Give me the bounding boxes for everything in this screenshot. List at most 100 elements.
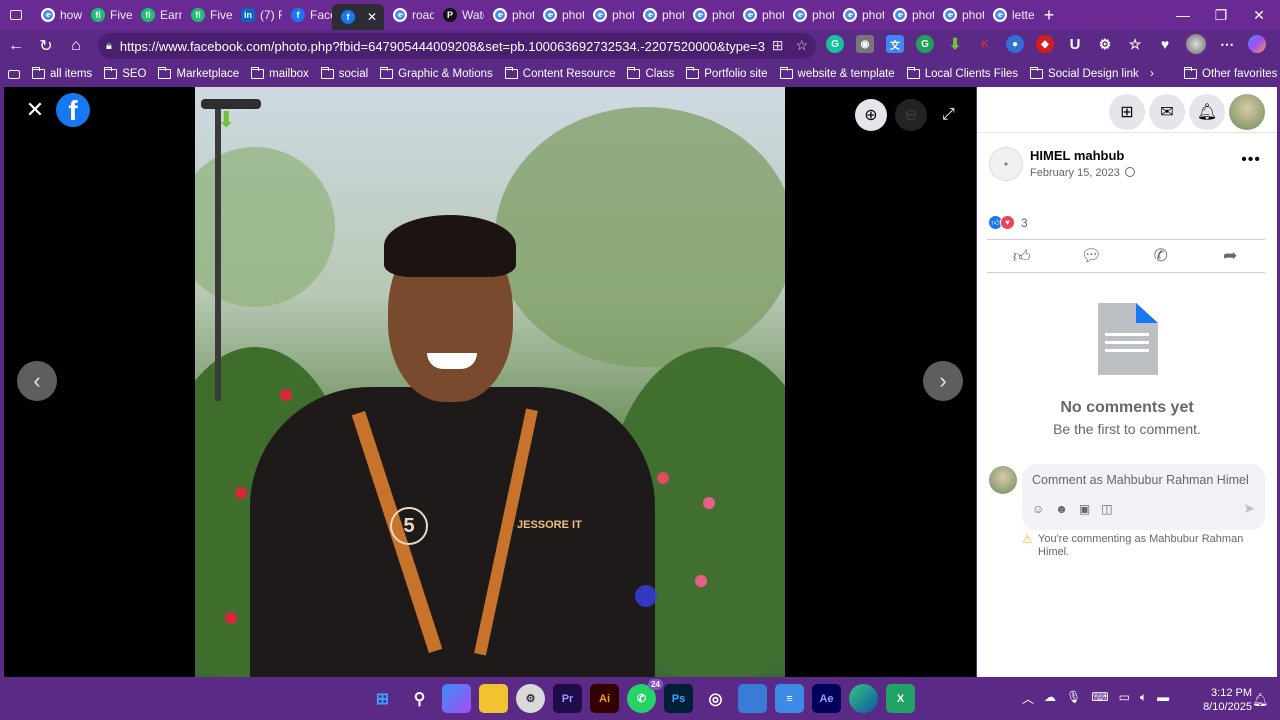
account-avatar[interactable] <box>1229 94 1265 130</box>
tab-face[interactable]: f Face <box>282 2 332 28</box>
bookmark-content-resource[interactable]: Content Resource <box>499 67 622 80</box>
refresh-button[interactable]: ↻ <box>31 31 61 61</box>
other-favorites-folder[interactable]: Other favorites <box>1178 67 1280 80</box>
close-window-button[interactable]: ✕ <box>1240 0 1278 30</box>
author-avatar[interactable]: ✦ <box>989 147 1023 181</box>
system-clock[interactable]: 3:12 PM 8/10/2025 <box>1192 686 1252 714</box>
bookmark-social[interactable]: social <box>315 67 374 80</box>
bookmark-portfolio-site[interactable]: Portfolio site <box>680 67 773 80</box>
close-tab-icon[interactable]: ✕ <box>367 10 377 24</box>
settings-gear-icon[interactable]: ⚙ <box>516 684 545 713</box>
whatsapp-share-button[interactable]: ✆ <box>1143 243 1179 269</box>
notifications-bell-icon[interactable]: 🔔︎ <box>1189 94 1225 130</box>
emoji-icon[interactable]: ☻ <box>1055 502 1068 516</box>
post-date[interactable]: February 15, 2023 <box>1030 167 1120 179</box>
bookmark-seo[interactable]: SEO <box>98 67 152 80</box>
bookmarks-overflow-chevron-icon[interactable]: › <box>1144 68 1160 80</box>
whatsapp-icon[interactable]: ✆ 24 <box>627 679 663 713</box>
grammarly-extension-icon[interactable]: G <box>826 35 844 53</box>
tab-phot[interactable]: Gphot <box>484 2 534 28</box>
microphone-icon[interactable]: 🎙︎ <box>1066 690 1081 707</box>
send-comment-icon[interactable]: ➤ <box>1243 500 1255 517</box>
lock-icon[interactable]: 🔒︎ <box>106 40 112 53</box>
app-available-icon[interactable]: ⊞ <box>772 37 784 54</box>
u-extension-icon[interactable]: U <box>1066 35 1084 53</box>
tab-phot[interactable]: Gphot <box>534 2 584 28</box>
facebook-logo-icon[interactable]: f <box>56 93 90 127</box>
premiere-pro-icon[interactable]: Pr <box>553 684 582 713</box>
messenger-icon[interactable]: ✉ <box>1149 94 1185 130</box>
bookmark-website-template[interactable]: website & template <box>774 67 901 80</box>
tab-phot[interactable]: Gphot <box>734 2 784 28</box>
volume-icon[interactable]: 🔈︎ <box>1140 690 1147 707</box>
tab-phot[interactable]: Gphot <box>684 2 734 28</box>
puzzle-extensions-icon[interactable]: ⚙ <box>1096 35 1114 53</box>
tablet-app-icon[interactable] <box>738 684 767 713</box>
download-arrow-icon[interactable]: ⬇ <box>217 107 235 133</box>
search-icon[interactable]: ⚲ <box>405 684 434 713</box>
like-button[interactable]: 👍︎ <box>1004 243 1040 269</box>
file-explorer-icon[interactable] <box>479 684 508 713</box>
tab-phot[interactable]: Gphot <box>834 2 884 28</box>
tab-phot[interactable]: Gphot <box>934 2 984 28</box>
tab-fiver[interactable]: fi Fiver <box>82 2 132 28</box>
url-text[interactable]: https://www.facebook.com/photo.php?fbid=… <box>120 39 765 54</box>
bookmark-local-clients-files[interactable]: Local Clients Files <box>901 67 1024 80</box>
tab-phot[interactable]: Gphot <box>584 2 634 28</box>
more-menu-icon[interactable]: ⋯ <box>1218 35 1236 53</box>
blue-extension-icon[interactable]: ● <box>1006 35 1024 53</box>
tab-phot[interactable]: Gphot <box>884 2 934 28</box>
favorites-icon[interactable]: ☆ <box>1126 35 1144 53</box>
bookmark-mailbox[interactable]: mailbox <box>245 67 315 80</box>
notification-center-icon[interactable]: 🔔︎ <box>1252 692 1269 708</box>
bookmark-social-design-link[interactable]: Social Design link <box>1024 67 1145 80</box>
back-button[interactable]: ← <box>1 31 31 61</box>
minimize-button[interactable]: — <box>1164 0 1202 30</box>
obs-studio-icon[interactable]: ◎ <box>701 684 730 713</box>
network-icon[interactable]: ▭ <box>1119 690 1130 707</box>
tab-road[interactable]: Groad <box>384 2 434 28</box>
battery-icon[interactable]: ▬ <box>1157 690 1169 707</box>
zoom-in-button[interactable]: ⊕ <box>855 99 887 131</box>
close-viewer-button[interactable]: ✕ <box>22 97 48 123</box>
previous-photo-button[interactable]: ‹ <box>17 361 57 401</box>
comment-input[interactable]: Comment as Mahbubur Rahman Himel ☺ ☻ ▣ ◫… <box>1022 464 1265 530</box>
translate-extension-icon[interactable]: 文 <box>886 35 904 53</box>
tab-lette[interactable]: Glette <box>984 2 1034 28</box>
tab-active[interactable]: f ✕ <box>332 4 384 30</box>
post-photo[interactable]: 5 JESSORE IT <box>195 87 785 677</box>
maximize-button[interactable]: ❐ <box>1202 0 1240 30</box>
new-tab-button[interactable]: + <box>1034 5 1064 26</box>
share-button[interactable]: ➦ <box>1212 243 1248 269</box>
copilot-app-icon[interactable] <box>442 684 471 713</box>
tab-phot[interactable]: Gphot <box>784 2 834 28</box>
zoom-out-button[interactable]: ⊖ <box>895 99 927 131</box>
bookmark-graphic-motions[interactable]: Graphic & Motions <box>374 67 499 80</box>
excel-icon[interactable]: X <box>886 684 915 713</box>
bookmark-marketplace[interactable]: Marketplace <box>152 67 245 80</box>
tab-fiver[interactable]: fi Fiver <box>182 2 232 28</box>
tab-7-f[interactable]: in (7) F <box>232 2 282 28</box>
favorites-bar-icon[interactable] <box>0 69 26 79</box>
notepad-icon[interactable]: ≡ <box>775 684 804 713</box>
bookmark-class[interactable]: Class <box>621 67 680 80</box>
home-button[interactable]: ⌂ <box>61 31 91 61</box>
start-button-icon[interactable]: ⊞ <box>368 684 397 713</box>
tab-phot[interactable]: Gphot <box>634 2 684 28</box>
onedrive-cloud-icon[interactable]: ☁ <box>1044 690 1056 707</box>
edge-browser-icon[interactable] <box>849 684 878 713</box>
tab-actions-button[interactable] <box>0 0 32 30</box>
bookmark-all-items[interactable]: all items <box>26 67 98 80</box>
avatar-sticker-icon[interactable]: ☺ <box>1032 502 1044 516</box>
tab-how[interactable]: Ghow <box>32 2 82 28</box>
tab-watc[interactable]: P Watc <box>434 2 484 28</box>
commenter-avatar[interactable] <box>989 466 1017 494</box>
photoshop-icon[interactable]: Ps <box>664 684 693 713</box>
comment-button[interactable]: 💬︎ <box>1073 243 1109 269</box>
show-hidden-icons-chevron-icon[interactable]: ︿ <box>1022 690 1034 707</box>
more-options-icon[interactable]: ••• <box>1241 151 1261 169</box>
after-effects-icon[interactable]: Ae <box>812 684 841 713</box>
green-extension-icon[interactable]: G <box>916 35 934 53</box>
copilot-icon[interactable] <box>1248 35 1266 53</box>
author-name[interactable]: HIMEL mahbub <box>1030 148 1124 163</box>
